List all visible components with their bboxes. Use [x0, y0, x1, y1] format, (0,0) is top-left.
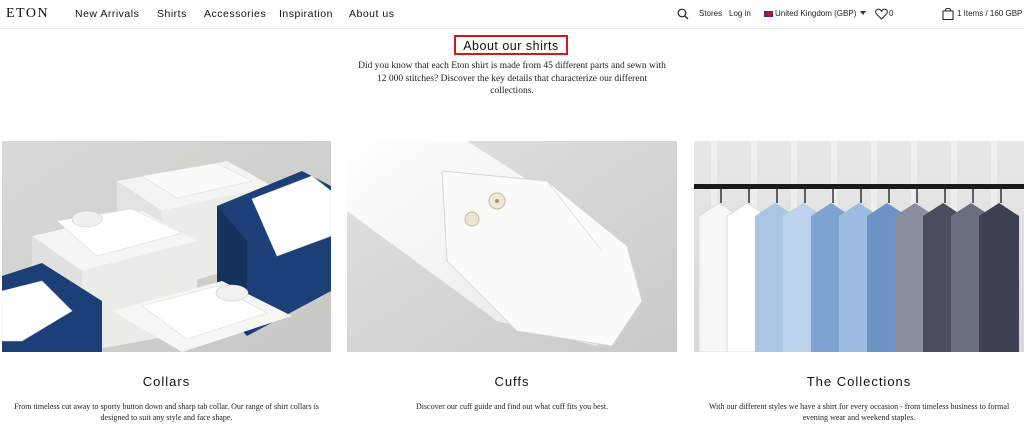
chevron-down-icon — [860, 11, 867, 15]
eton-logo[interactable]: ETON — [6, 6, 49, 22]
login-link[interactable]: Log in — [729, 9, 751, 18]
collars-illustration — [2, 141, 331, 352]
heart-icon[interactable] — [875, 8, 888, 20]
collections-illustration — [694, 141, 1024, 352]
page-title: About our shirts — [463, 39, 559, 53]
cuffs-description: Discover our cuff guide and find out wha… — [415, 402, 609, 411]
page-title-highlight: About our shirts — [454, 35, 568, 55]
cuffs-illustration — [347, 141, 677, 352]
region-label: United Kingdom (GBP) — [775, 9, 857, 18]
nav-shirts[interactable]: Shirts — [157, 8, 187, 20]
search-icon[interactable] — [677, 8, 689, 20]
nav-about-us[interactable]: About us — [349, 8, 394, 20]
nav-inspiration[interactable]: Inspiration — [279, 8, 333, 20]
top-navigation: ETON New Arrivals Shirts Accessories Ins… — [0, 0, 1024, 29]
cuffs-title[interactable]: Cuffs — [347, 374, 677, 389]
collections-description: With our different styles we have a shir… — [708, 402, 1010, 422]
cuffs-image[interactable] — [347, 141, 677, 352]
nav-new-arrivals[interactable]: New Arrivals — [75, 8, 139, 20]
wishlist-count: 0 — [889, 9, 894, 18]
shopping-bag-icon[interactable] — [942, 7, 954, 20]
collections-image[interactable] — [694, 141, 1024, 352]
uk-flag-icon — [764, 11, 773, 17]
collars-title[interactable]: Collars — [2, 374, 331, 389]
stores-link[interactable]: Stores — [699, 9, 722, 18]
intro-text: Did you know that each Eton shirt is mad… — [358, 61, 666, 96]
nav-accessories[interactable]: Accessories — [204, 8, 266, 20]
collections-title[interactable]: The Collections — [694, 374, 1024, 389]
collars-image[interactable] — [2, 141, 331, 352]
cart-summary[interactable]: 1 Items / 160 GBP — [957, 9, 1022, 18]
region-selector[interactable]: United Kingdom (GBP) — [764, 9, 867, 18]
collars-description: From timeless cut away to sporty button … — [14, 402, 319, 422]
